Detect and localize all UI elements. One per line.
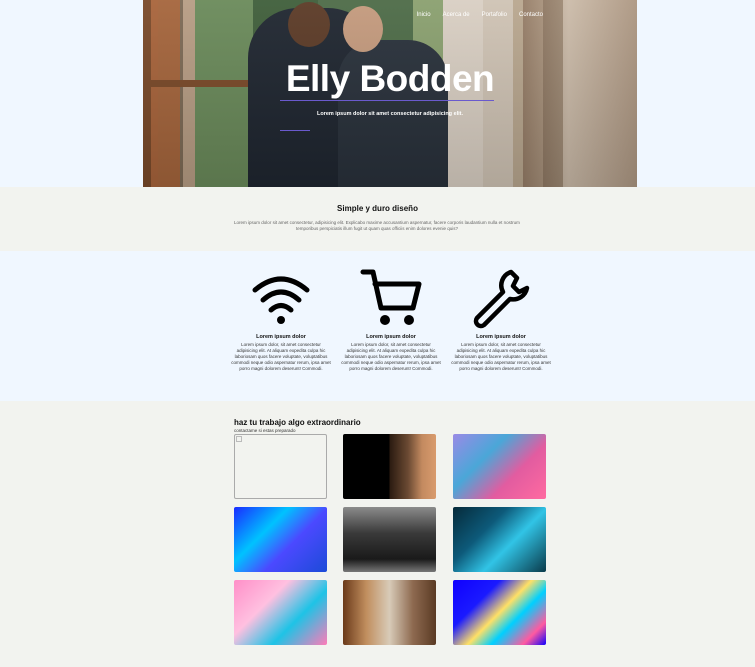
portfolio-image-portrait-dark[interactable] xyxy=(343,434,436,499)
hero-banner: Inicio Acerca de Portafolio Contacto Ell… xyxy=(143,0,637,187)
hero-subtitle: Lorem ipsum dolor sit amet consectetur a… xyxy=(316,111,464,117)
feature-title: Lorem ipsum dolor xyxy=(256,334,306,340)
portfolio-image-comic-bubble[interactable] xyxy=(234,580,327,645)
portfolio-image-broken[interactable] xyxy=(234,434,327,499)
wrench-icon xyxy=(473,269,530,329)
nav-link-acerca[interactable]: Acerca de xyxy=(443,12,470,18)
portfolio-image-training-photo[interactable] xyxy=(343,580,436,645)
intro-title: Simple y duro diseño xyxy=(337,204,418,213)
portfolio-subtitle: contactame si estas preparado xyxy=(234,428,296,433)
feature-title: Lorem ipsum dolor xyxy=(366,334,416,340)
feature-card-wrench: Lorem ipsum dolor Lorem ipsum dolor, sit… xyxy=(451,266,551,372)
hero-link-underline[interactable] xyxy=(280,130,310,131)
feature-card-wifi: Lorem ipsum dolor Lorem ipsum dolor, sit… xyxy=(231,266,331,372)
intro-section: Simple y duro diseño Lorem ipsum dolor s… xyxy=(0,187,755,251)
feature-text: Lorem ipsum dolor, sit amet consectetur … xyxy=(231,342,331,371)
portfolio-image-pop-art-yellow[interactable] xyxy=(453,580,546,645)
portfolio-title: haz tu trabajo algo extraordinario xyxy=(234,418,361,427)
portfolio-image-pop-art-blue[interactable] xyxy=(234,507,327,572)
hero-divider xyxy=(280,100,494,101)
feature-text: Lorem ipsum dolor, sit amet consectetur … xyxy=(451,342,551,371)
nav-link-portafolio[interactable]: Portafolio xyxy=(482,12,507,18)
hero-title: Elly Bodden xyxy=(285,58,495,99)
broken-image-icon xyxy=(236,436,242,442)
shopping-cart-icon xyxy=(360,269,422,325)
feature-card-cart: Lorem ipsum dolor Lorem ipsum dolor, sit… xyxy=(341,266,441,372)
portfolio-image-suit-photo[interactable] xyxy=(343,507,436,572)
portfolio-section: haz tu trabajo algo extraordinario conta… xyxy=(0,401,755,667)
features-section: Lorem ipsum dolor Lorem ipsum dolor, sit… xyxy=(0,251,755,401)
nav-link-contacto[interactable]: Contacto xyxy=(519,12,543,18)
portfolio-image-pop-art-pink[interactable] xyxy=(453,434,546,499)
feature-text: Lorem ipsum dolor, sit amet consectetur … xyxy=(341,342,441,371)
nav-link-inicio[interactable]: Inicio xyxy=(417,12,431,18)
top-nav: Inicio Acerca de Portafolio Contacto xyxy=(417,12,543,18)
intro-text: Lorem ipsum dolor sit amet consectetur, … xyxy=(234,220,520,231)
portfolio-image-laser-eyes[interactable] xyxy=(453,507,546,572)
wifi-icon xyxy=(252,276,310,324)
feature-title: Lorem ipsum dolor xyxy=(476,334,526,340)
